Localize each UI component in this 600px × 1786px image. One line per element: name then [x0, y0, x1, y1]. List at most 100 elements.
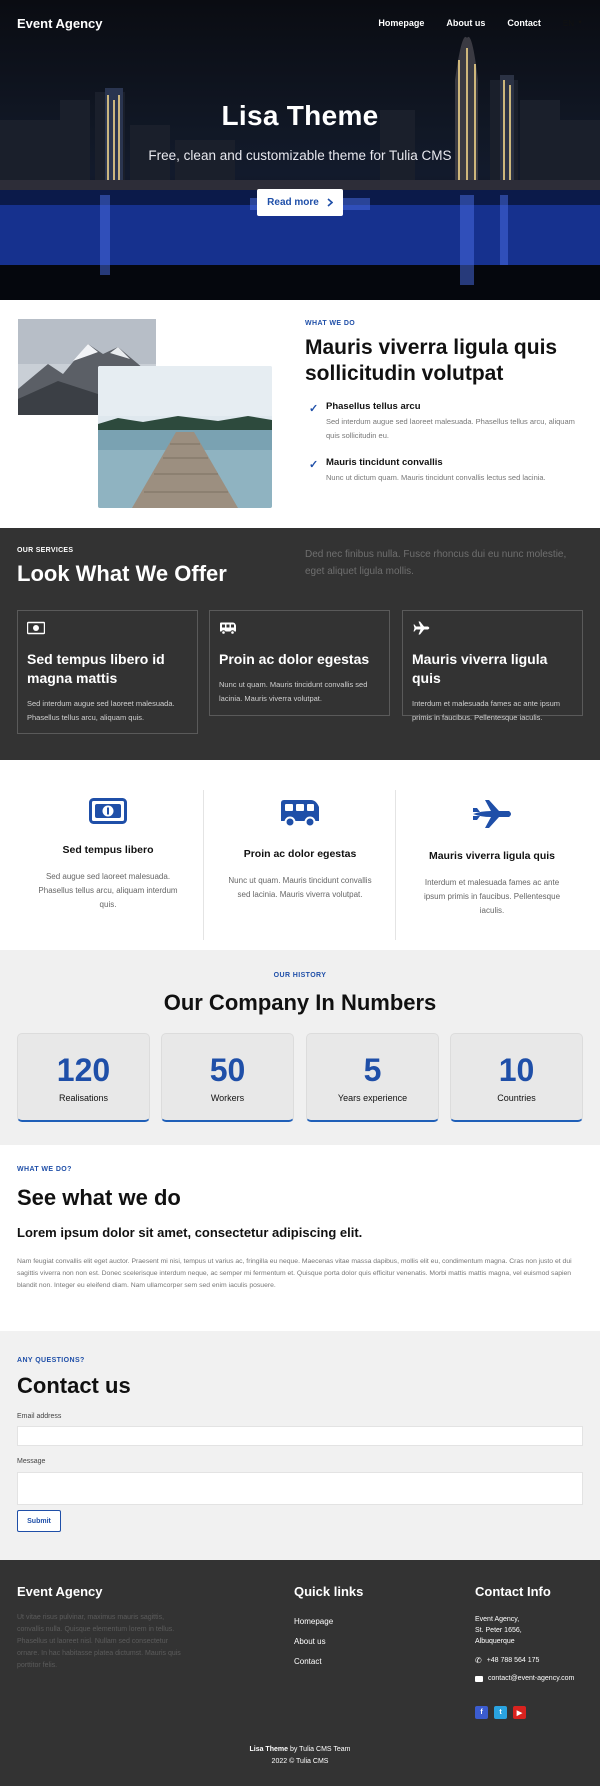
stat-label: Countries [497, 1093, 536, 1103]
stat-label: Realisations [58, 1093, 109, 1103]
feature-item-title: Mauris tincidunt convallis [326, 457, 443, 468]
hero-subtitle: Free, clean and customizable theme for T… [148, 148, 452, 163]
address-line: Albuquerque [475, 1638, 515, 1645]
what-we-do-section: WHAT WE DO Mauris viverra ligula quis so… [0, 300, 600, 528]
stat-card: 10 Countries [450, 1033, 583, 1122]
copyright: 2022 © Tulia CMS [271, 1758, 329, 1765]
stat-value: 50 [209, 1052, 246, 1088]
numbers-eyebrow: OUR HISTORY [273, 972, 327, 979]
service-card-text: Nunc ut quam. Mauris tincidunt convallis… [219, 680, 368, 703]
stat-value: 10 [498, 1052, 535, 1088]
footer-link-contact[interactable]: Contact [294, 1657, 322, 1666]
feature-column: Mauris viverra ligula quis Interdum et m… [396, 798, 588, 918]
phone-number[interactable]: +48 788 564 175 [487, 1655, 540, 1666]
check-icon: ✓ [309, 459, 319, 471]
stat-card: 5 Years experience [306, 1033, 439, 1122]
feature-column: Sed tempus libero Sed augue sed laoreet … [12, 798, 204, 912]
stat-label: Workers [210, 1093, 245, 1103]
see-what-title: See what we do [17, 1185, 181, 1210]
youtube-icon[interactable]: ▶ [513, 1706, 526, 1719]
feature-item-title: Phasellus tellus arcu [326, 401, 421, 412]
service-card-title: Sed tempus libero id magna mattis [27, 651, 165, 686]
service-card: Proin ac dolor egestas Nunc ut quam. Mau… [209, 610, 390, 716]
email-row: contact@event-agency.com [475, 1673, 574, 1684]
see-what-eyebrow: WHAT WE DO? [17, 1166, 72, 1173]
stat-card: 50 Workers [161, 1033, 294, 1122]
feature-item-text: Nunc ut dictum quam. Mauris tincidunt co… [326, 473, 546, 482]
feature-column: Proin ac dolor egestas Nunc ut quam. Mau… [204, 798, 396, 902]
footer-link-homepage[interactable]: Homepage [294, 1617, 333, 1626]
contact-info-title: Contact Info [475, 1584, 551, 1599]
brand-logo[interactable]: Event Agency [17, 16, 103, 31]
money-icon [89, 798, 127, 824]
see-what-we-do-section: WHAT WE DO? See what we do Lorem ipsum d… [0, 1145, 600, 1331]
hero-content: Lisa Theme Free, clean and customizable … [0, 100, 600, 216]
feature-text: Interdum et malesuada fames ac ante ipsu… [423, 878, 561, 915]
footer-link-about-us[interactable]: About us [294, 1637, 326, 1646]
numbers-section: OUR HISTORY Our Company In Numbers 120 R… [0, 950, 600, 1145]
van-icon [281, 800, 319, 828]
quick-links-title: Quick links [294, 1584, 364, 1599]
nav-about-us[interactable]: About us [446, 18, 485, 28]
top-navbar: Event Agency Homepage About us Contact E… [0, 0, 600, 46]
feature-text: Nunc ut quam. Mauris tincidunt convallis… [228, 876, 372, 899]
read-more-button[interactable]: Read more [257, 189, 343, 216]
email-field[interactable] [17, 1426, 583, 1446]
twitter-icon[interactable]: t [494, 1706, 507, 1719]
check-icon: ✓ [309, 403, 319, 415]
credit-theme[interactable]: Lisa Theme [249, 1746, 288, 1753]
plane-icon [473, 800, 511, 828]
read-more-label: Read more [267, 197, 319, 208]
services-eyebrow: OUR SERVICES [17, 547, 74, 554]
stat-card: 120 Realisations [17, 1033, 150, 1122]
what-we-do-content: WHAT WE DO Mauris viverra ligula quis so… [305, 320, 585, 485]
stat-label: Years experience [337, 1093, 408, 1103]
van-icon [220, 622, 236, 635]
nav-contact[interactable]: Contact [507, 18, 541, 28]
message-label: Message [17, 1458, 46, 1465]
what-we-do-eyebrow: WHAT WE DO [305, 320, 356, 327]
credit-rest: by Tulia CMS Team [288, 1746, 351, 1753]
hero-title: Lisa Theme [221, 100, 379, 131]
services-title: Look What We Offer [17, 561, 227, 586]
submit-button[interactable]: Submit [17, 1510, 61, 1532]
contact-eyebrow: ANY QUESTIONS? [17, 1357, 85, 1364]
nav-homepage[interactable]: Homepage [378, 18, 424, 28]
service-card-title: Mauris viverra ligula quis [412, 651, 548, 686]
service-card: Mauris viverra ligula quis Interdum et m… [402, 610, 583, 722]
email-label: Email address [17, 1413, 62, 1420]
address-line: Event Agency, [475, 1616, 520, 1623]
envelope-icon [475, 1675, 483, 1682]
footer-about-text: Ut vitae risus pulvinar, maximus mauris … [17, 1614, 181, 1669]
footer-brand: Event Agency [17, 1584, 103, 1599]
contact-title: Contact us [17, 1373, 131, 1398]
main-menu: Homepage About us Contact EN ▼ [378, 18, 583, 28]
feature-title: Proin ac dolor egestas [243, 848, 357, 860]
language-dropdown[interactable]: EN ▼ [563, 19, 583, 28]
chevron-right-icon [327, 198, 333, 207]
facebook-icon[interactable]: f [475, 1706, 488, 1719]
footer-credits: Lisa Theme by Tulia CMS Team 2022 © Tuli… [0, 1744, 600, 1768]
service-card-title: Proin ac dolor egestas [219, 651, 370, 667]
features-section: Sed tempus libero Sed augue sed laoreet … [0, 760, 600, 950]
stat-value: 5 [363, 1052, 382, 1088]
phone-icon: ✆ [475, 1656, 482, 1665]
service-card-text: Interdum et malesuada fames ac ante ipsu… [412, 699, 560, 722]
numbers-title: Our Company In Numbers [163, 990, 437, 1015]
feature-title: Mauris viverra ligula quis [428, 850, 556, 862]
feature-item-text: Sed interdum augue sed laoreet malesuada… [326, 417, 575, 440]
caret-down-icon: ▼ [577, 20, 583, 26]
feature-text: Sed augue sed laoreet malesuada. Phasell… [38, 872, 178, 909]
address-line: St. Peter 1656, [475, 1627, 522, 1634]
language-label: EN [562, 18, 575, 28]
email-address[interactable]: contact@event-agency.com [488, 1673, 574, 1684]
message-field[interactable] [17, 1472, 583, 1505]
plane-icon [413, 621, 430, 635]
footer: Event Agency Ut vitae risus pulvinar, ma… [0, 1560, 600, 1786]
lake-pier-photo [98, 366, 272, 508]
see-what-paragraph: Nam feugiat convallis elit eget auctor. … [17, 1258, 572, 1289]
phone-row: ✆ +48 788 564 175 [475, 1655, 539, 1666]
service-card-text: Sed interdum augue sed laoreet malesuada… [27, 699, 175, 722]
see-what-subtitle: Lorem ipsum dolor sit amet, consectetur … [17, 1225, 363, 1240]
feature-item: ✓ Phasellus tellus arcu Sed interdum aug… [305, 401, 585, 443]
